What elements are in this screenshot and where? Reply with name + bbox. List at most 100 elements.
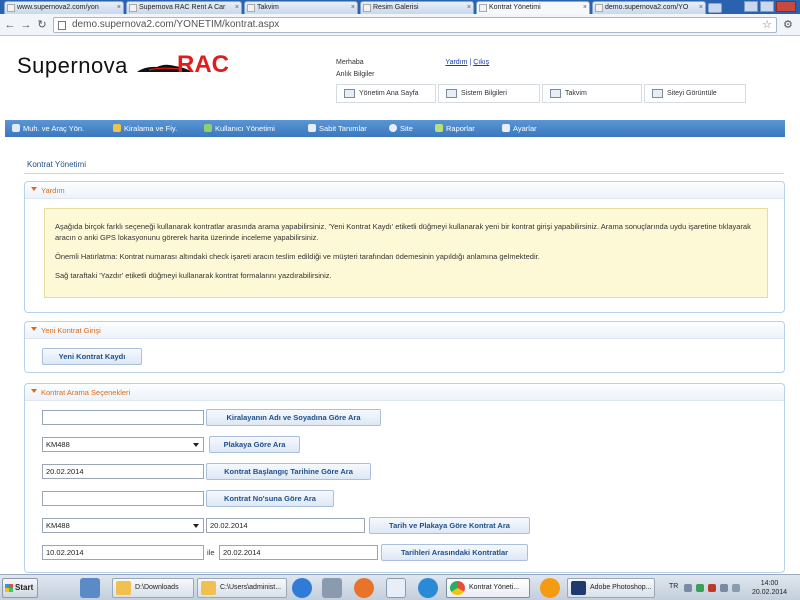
browser-tab[interactable]: Resim Galerisi × bbox=[360, 1, 474, 14]
quick-link-view-site[interactable]: Siteyi Görüntüle bbox=[644, 84, 746, 103]
browser-tab[interactable]: www.supernova2.com/yon × bbox=[4, 1, 124, 14]
start-date-input[interactable]: 20.02.2014 bbox=[42, 464, 204, 479]
volume-icon[interactable] bbox=[732, 584, 740, 592]
network-icon[interactable] bbox=[322, 578, 342, 598]
close-icon[interactable]: × bbox=[351, 2, 355, 13]
close-window-button[interactable] bbox=[776, 1, 796, 12]
tab-label: Takvim bbox=[257, 4, 279, 11]
browser-tab[interactable]: Takvim × bbox=[244, 1, 358, 14]
close-icon[interactable]: × bbox=[235, 2, 239, 13]
panel-header[interactable]: Yeni Kontrat Girişi bbox=[25, 322, 784, 339]
browser-tab-active[interactable]: Kontrat Yönetimi × bbox=[476, 1, 590, 14]
close-icon[interactable]: × bbox=[583, 2, 587, 13]
system-clock[interactable]: 14:00 20.02.2014 bbox=[752, 579, 787, 597]
browser-tab[interactable]: demo.supernova2.com/YO × bbox=[592, 1, 706, 14]
search-by-plate-button[interactable]: Plakaya Göre Ara bbox=[209, 436, 300, 453]
logout-link[interactable]: Çıkış bbox=[473, 59, 489, 66]
explorer-icon[interactable] bbox=[386, 578, 406, 598]
browser-tab-strip: www.supernova2.com/yon × Supernova RAC Re… bbox=[0, 0, 800, 14]
panel-title: Yeni Kontrat Girişi bbox=[41, 326, 101, 335]
collapse-arrow-icon[interactable] bbox=[31, 389, 37, 393]
address-bar[interactable]: demo.supernova2.com/YONETIM/kontrat.aspx… bbox=[53, 17, 777, 33]
quick-link-calendar[interactable]: Takvim bbox=[542, 84, 642, 103]
plate-select[interactable]: KM488 bbox=[42, 437, 204, 452]
photoshop-icon bbox=[571, 581, 586, 595]
new-tab-button[interactable] bbox=[708, 3, 722, 13]
logo-rac: RAC bbox=[177, 51, 229, 78]
panel-header[interactable]: Kontrat Arama Seçenekleri bbox=[25, 384, 784, 401]
menu-item-accounting[interactable]: Muh. ve Araç Yön. bbox=[9, 120, 84, 137]
forward-icon[interactable]: → bbox=[20, 19, 32, 31]
app-icon[interactable] bbox=[540, 578, 560, 598]
back-icon[interactable]: ← bbox=[4, 19, 16, 31]
calculator-icon bbox=[12, 124, 20, 132]
taskbar-label: Adobe Photoshop... bbox=[590, 584, 652, 591]
language-indicator[interactable]: TR bbox=[669, 583, 678, 590]
menu-label: Ayarlar bbox=[513, 124, 537, 133]
panel-title: Yardım bbox=[41, 186, 65, 195]
tab-label: Kontrat Yönetimi bbox=[489, 4, 541, 11]
ie-icon[interactable] bbox=[418, 578, 438, 598]
date-range-from-input[interactable]: 10.02.2014 bbox=[42, 545, 204, 560]
user-greeting: Merhaba Yardım | Çıkış bbox=[336, 58, 489, 66]
network-tray-icon[interactable] bbox=[720, 584, 728, 592]
quick-link-label: Siteyi Görüntüle bbox=[667, 90, 717, 97]
bookmark-star-icon[interactable]: ☆ bbox=[762, 18, 772, 32]
collapse-arrow-icon[interactable] bbox=[31, 187, 37, 191]
panel-header[interactable]: Yardım bbox=[25, 182, 784, 199]
plate-select-2[interactable]: KM488 bbox=[42, 518, 204, 533]
menu-label: Site bbox=[400, 124, 413, 133]
taskbar-item-photoshop[interactable]: Adobe Photoshop... bbox=[567, 578, 655, 598]
start-button[interactable]: Start bbox=[2, 578, 38, 598]
menu-item-rental[interactable]: Kiralama ve Fiy. bbox=[110, 120, 177, 137]
plate-date-input[interactable]: 20.02.2014 bbox=[206, 518, 365, 533]
tab-label: www.supernova2.com/yon bbox=[17, 4, 99, 11]
contract-no-input[interactable] bbox=[42, 491, 204, 506]
browser-tab[interactable]: Supernova RAC Rent A Car × bbox=[126, 1, 242, 14]
collapse-arrow-icon[interactable] bbox=[31, 327, 37, 331]
page-icon bbox=[247, 4, 255, 12]
search-by-start-date-button[interactable]: Kontrat Başlangıç Tarihine Göre Ara bbox=[206, 463, 371, 480]
taskbar-item-downloads[interactable]: D:\Downloads bbox=[112, 578, 194, 598]
start-label: Start bbox=[15, 583, 34, 592]
taskbar-item-users[interactable]: C:\Users\administ... bbox=[197, 578, 287, 598]
search-by-date-range-button[interactable]: Tarihleri Arasındaki Kontratlar bbox=[381, 544, 528, 561]
maximize-button[interactable] bbox=[760, 1, 774, 12]
search-by-contract-no-button[interactable]: Kontrat No'suna Göre Ara bbox=[206, 490, 334, 507]
menu-item-users[interactable]: Kullanıcı Yönetimi bbox=[201, 120, 275, 137]
close-icon[interactable]: × bbox=[699, 2, 703, 13]
logo-text: Supernova bbox=[17, 53, 128, 78]
search-panel: Kontrat Arama Seçenekleri Kiralayanın Ad… bbox=[24, 383, 785, 573]
chevron-down-icon bbox=[193, 443, 199, 447]
new-contract-button[interactable]: Yeni Kontrat Kaydı bbox=[42, 348, 142, 365]
help-link[interactable]: Yardım bbox=[445, 59, 467, 66]
powershell-icon[interactable] bbox=[80, 578, 100, 598]
close-icon[interactable]: × bbox=[467, 2, 471, 13]
help-paragraph: Sağ taraftaki 'Yazdır' etiketli düğmeyi … bbox=[55, 271, 332, 280]
tray-icon[interactable] bbox=[696, 584, 704, 592]
menu-item-site[interactable]: Site bbox=[386, 120, 413, 137]
wrench-icon[interactable]: ⚙ bbox=[783, 18, 793, 31]
taskbar-item-chrome[interactable]: Kontrat Yöneti... bbox=[446, 578, 530, 598]
tray-icon[interactable] bbox=[684, 584, 692, 592]
firefox-icon[interactable] bbox=[354, 578, 374, 598]
renter-name-input[interactable] bbox=[42, 410, 204, 425]
quick-link-system-info[interactable]: Sistem Bilgileri bbox=[438, 84, 540, 103]
minimize-button[interactable] bbox=[744, 1, 758, 12]
search-by-name-button[interactable]: Kiralayanın Adı ve Soyadına Göre Ara bbox=[206, 409, 381, 426]
media-player-icon[interactable] bbox=[292, 578, 312, 598]
tray-icon[interactable] bbox=[708, 584, 716, 592]
menu-item-settings[interactable]: Ayarlar bbox=[499, 120, 537, 137]
date-range-to-input[interactable]: 20.02.2014 bbox=[219, 545, 378, 560]
url-text: demo.supernova2.com/YONETIM/kontrat.aspx bbox=[72, 19, 280, 30]
clock-label: Anlık Bilgiler bbox=[336, 71, 375, 78]
reload-icon[interactable]: ↻ bbox=[36, 19, 48, 31]
taskbar-label: C:\Users\administ... bbox=[220, 584, 282, 591]
quick-link-admin-home[interactable]: Yönetim Ana Sayfa bbox=[336, 84, 436, 103]
menu-label: Raporlar bbox=[446, 124, 475, 133]
server-icon bbox=[446, 89, 457, 98]
search-by-date-and-plate-button[interactable]: Tarih ve Plakaya Göre Kontrat Ara bbox=[369, 517, 530, 534]
close-icon[interactable]: × bbox=[117, 2, 121, 13]
menu-item-reports[interactable]: Raporlar bbox=[432, 120, 475, 137]
menu-item-constants[interactable]: Sabit Tanımlar bbox=[305, 120, 367, 137]
